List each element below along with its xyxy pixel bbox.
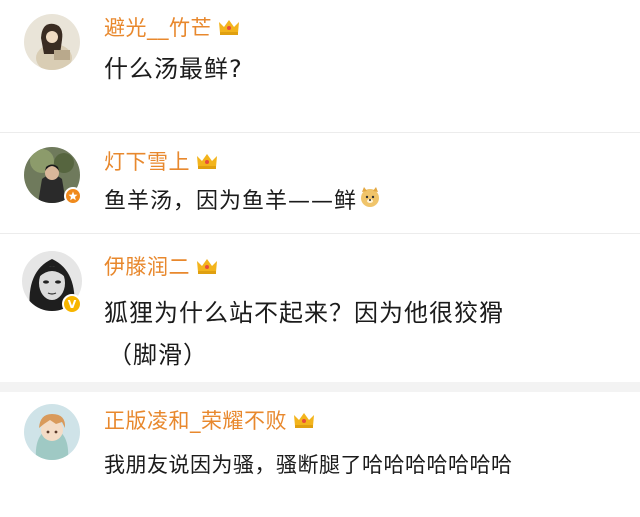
anime-boy-avatar[interactable] — [24, 404, 80, 460]
doge-emoji — [359, 181, 381, 223]
girl-reading-avatar[interactable] — [24, 14, 80, 70]
username[interactable]: 伊滕润二 — [104, 251, 218, 281]
comment-text: 狐狸为什么站不起来？因为他很狡猾 （脚滑） — [104, 292, 610, 376]
verified-v-badge: V — [62, 294, 82, 314]
comment-text-line: （脚滑） — [108, 341, 208, 369]
crown-icon — [293, 410, 315, 434]
comment-item: 灯下雪上 鱼羊汤，因为鱼羊——鲜 — [0, 133, 640, 233]
username[interactable]: 正版凌和_荣耀不败 — [104, 405, 315, 435]
comment-item: 正版凌和_荣耀不败 我朋友说因为骚，骚断腿了哈哈哈哈哈哈哈 — [0, 392, 640, 517]
comment-text: 鱼羊汤，因为鱼羊——鲜 — [104, 181, 610, 223]
comment-text: 我朋友说因为骚，骚断腿了哈哈哈哈哈哈哈 — [104, 453, 513, 477]
username[interactable]: 灯下雪上 — [104, 146, 218, 176]
comment-item: V 伊滕润二 狐狸为什么站不起来？因为他很狡猾 （脚滑） — [0, 234, 640, 382]
crown-icon — [196, 151, 218, 175]
divider — [0, 382, 640, 392]
orange-star-badge — [64, 187, 82, 205]
comment-item: 避光__竹芒 什么汤最鲜? — [0, 0, 640, 132]
crown-icon — [218, 17, 240, 41]
username[interactable]: 避光__竹芒 — [104, 12, 240, 42]
comment-text: 什么汤最鲜? — [104, 55, 243, 83]
crown-icon — [196, 256, 218, 280]
comment-text-line: 狐狸为什么站不起来？因为他很狡猾 — [104, 299, 504, 327]
